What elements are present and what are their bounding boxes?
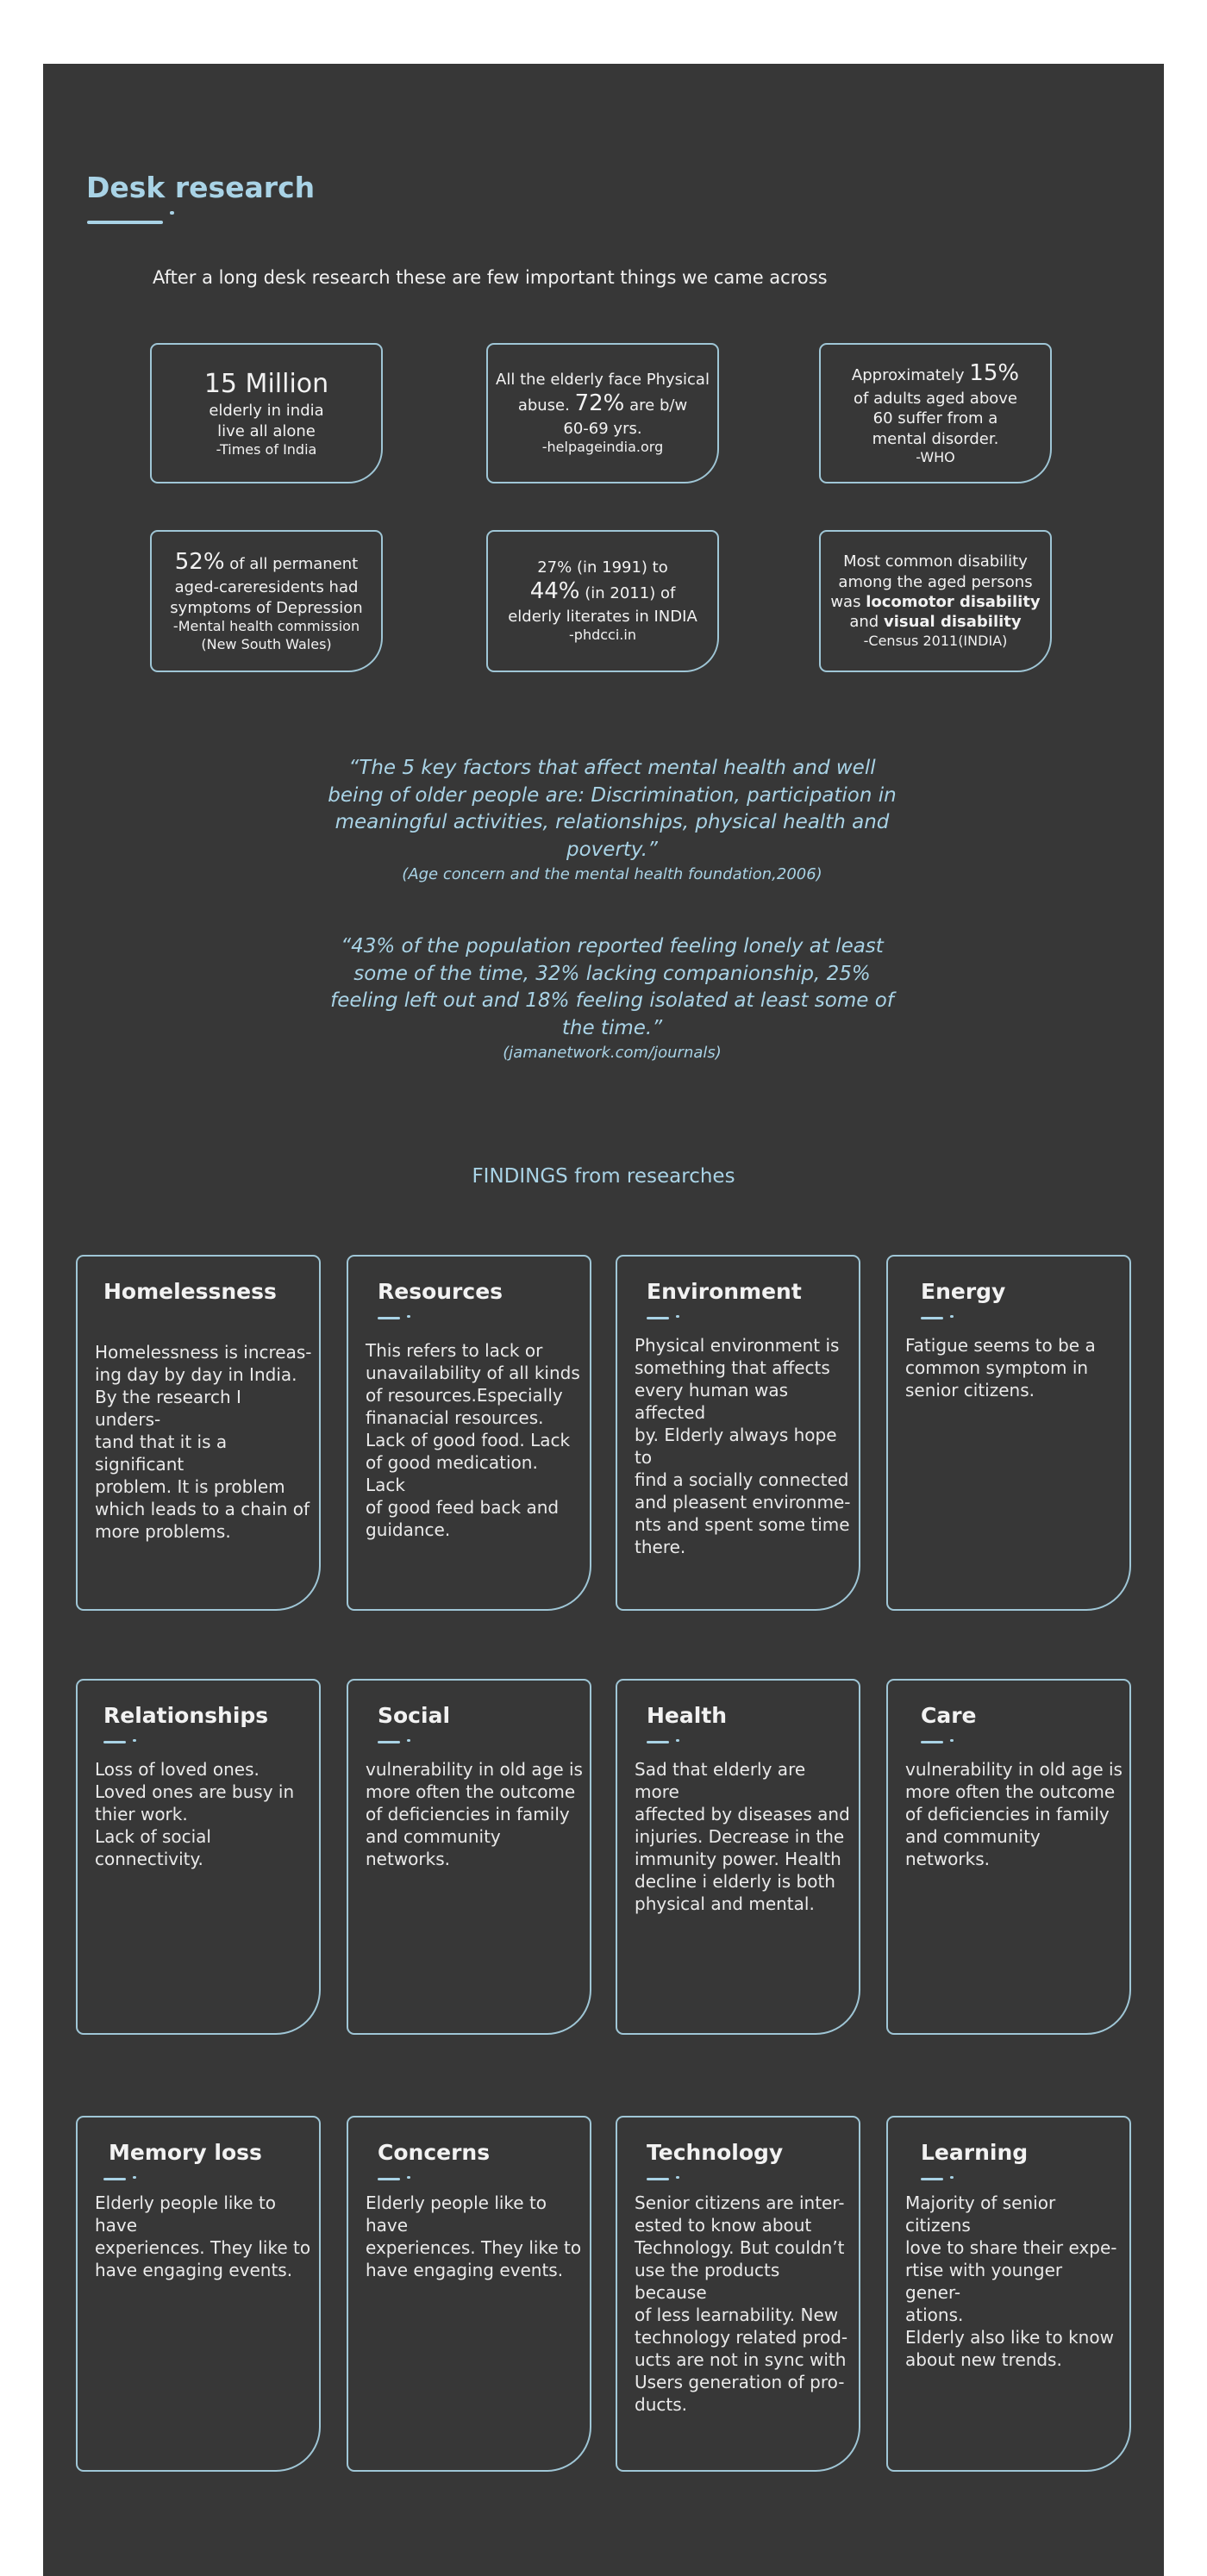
stat-box-mental-disorder: Approximately 15% of adults aged above 6… bbox=[819, 343, 1052, 483]
finding-card-body: Elderly people like to have experiences.… bbox=[95, 2192, 311, 2280]
finding-card-title: Energy bbox=[921, 1279, 1006, 1304]
finding-card-memory-loss: Memory loss Elderly people like to have … bbox=[76, 2116, 321, 2472]
finding-card-body: This refers to lack or unavailability of… bbox=[366, 1340, 580, 1540]
finding-card-title: Homelessness bbox=[103, 1279, 277, 1304]
finding-card-health: Health Sad that elderly are more affecte… bbox=[616, 1679, 860, 2035]
finding-card-title: Social bbox=[378, 1703, 451, 1728]
finding-card-learning: Learning Majority of senior citizens lov… bbox=[886, 2116, 1131, 2472]
finding-card-body: Fatigue seems to be a common symptom in … bbox=[905, 1335, 1096, 1400]
finding-card-concerns: Concerns Elderly people like to have exp… bbox=[347, 2116, 591, 2472]
quote-loneliness: “43% of the population reported feeling … bbox=[330, 935, 894, 1062]
finding-card-body: Loss of loved ones. Loved ones are busy … bbox=[95, 1759, 295, 1869]
finding-card-title: Environment bbox=[647, 1279, 802, 1304]
stat-box-living-alone: 15 Million elderly in india live all alo… bbox=[150, 343, 383, 483]
finding-card-technology: Technology Senior citizens are inter- es… bbox=[616, 2116, 860, 2472]
finding-card-body: vulnerability in old age is more often t… bbox=[905, 1759, 1123, 1869]
finding-card-title: Relationships bbox=[103, 1703, 269, 1728]
intro-text: After a long desk research these are few… bbox=[153, 267, 828, 288]
finding-card-care: Care vulnerability in old age is more of… bbox=[886, 1679, 1131, 2035]
finding-card-body: vulnerability in old age is more often t… bbox=[366, 1759, 583, 1869]
finding-card-title: Resources bbox=[378, 1279, 503, 1304]
stat-box-physical-abuse: All the elderly face Physical abuse. 72%… bbox=[486, 343, 719, 483]
stat-box-disability: Most common disability among the aged pe… bbox=[819, 530, 1052, 672]
finding-card-body: Senior citizens are inter- ested to know… bbox=[635, 2192, 848, 2415]
finding-card-title: Care bbox=[921, 1703, 977, 1728]
finding-card-body: Elderly people like to have experiences.… bbox=[366, 2192, 582, 2280]
finding-card-environment: Environment Physical environment is some… bbox=[616, 1255, 860, 1611]
stat-box-depression: 52% of all permanent aged-careresidents … bbox=[150, 530, 383, 672]
finding-card-title: Health bbox=[647, 1703, 728, 1728]
finding-card-body: Homelessness is increas- ing day by day … bbox=[95, 1342, 312, 1542]
quote-key-factors: “The 5 key factors that affect mental he… bbox=[328, 757, 897, 883]
finding-card-body: Majority of senior citizens love to shar… bbox=[905, 2192, 1117, 2370]
research-board: Desk research After a long desk research… bbox=[43, 64, 1164, 2576]
finding-card-title: Memory loss bbox=[109, 2140, 262, 2165]
findings-heading: FINDINGS from researches bbox=[472, 1165, 735, 1188]
finding-card-title: Learning bbox=[921, 2140, 1029, 2165]
finding-card-body: Sad that elderly are more affected by di… bbox=[635, 1759, 850, 1914]
finding-card-title: Concerns bbox=[378, 2140, 491, 2165]
finding-card-relationships: Relationships Loss of loved ones. Loved … bbox=[76, 1679, 321, 2035]
finding-card-homelessness: Homelessness Homelessness is increas- in… bbox=[76, 1255, 321, 1611]
finding-card-resources: Resources This refers to lack or unavail… bbox=[347, 1255, 591, 1611]
finding-card-social: Social vulnerability in old age is more … bbox=[347, 1679, 591, 2035]
finding-card-title: Technology bbox=[647, 2140, 784, 2165]
title-underline bbox=[87, 211, 174, 224]
finding-card-energy: Energy Fatigue seems to be a common symp… bbox=[886, 1255, 1131, 1611]
stat-box-literacy: 27% (in 1991) to 44% (in 2011) of elderl… bbox=[486, 530, 719, 672]
finding-card-body: Physical environment is something that a… bbox=[635, 1335, 851, 1557]
page-title: Desk research bbox=[86, 171, 316, 204]
